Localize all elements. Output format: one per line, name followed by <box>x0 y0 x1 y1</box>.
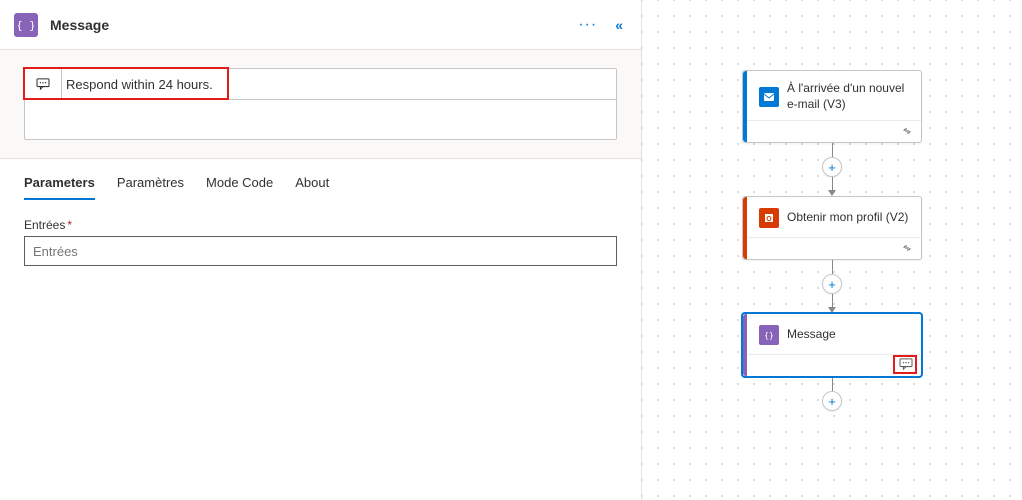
panel-title: Message <box>50 17 578 33</box>
code-icon: {} <box>759 325 779 345</box>
card-footer <box>743 120 921 142</box>
tab-about[interactable]: About <box>295 175 329 200</box>
collapse-button[interactable]: « <box>611 13 627 37</box>
outlook-icon <box>759 87 779 107</box>
connector: + <box>822 143 842 196</box>
connector: + <box>822 377 842 411</box>
add-step-button[interactable]: + <box>822 274 842 294</box>
entrees-input[interactable] <box>24 236 617 266</box>
flow-card-trigger[interactable]: À l'arrivée d'un nouvel e-mail (V3) <box>742 70 922 143</box>
chat-icon <box>899 358 913 373</box>
chat-icon <box>25 78 61 90</box>
add-step-button[interactable]: + <box>822 157 842 177</box>
note-area: Respond within 24 hours. <box>0 50 641 159</box>
flow-column: À l'arrivée d'un nouvel e-mail (V3) + O … <box>732 70 932 411</box>
card-title: Obtenir mon profil (V2) <box>787 210 908 226</box>
link-icon <box>901 125 913 139</box>
link-icon <box>901 242 913 256</box>
flow-canvas[interactable]: À l'arrivée d'un nouvel e-mail (V3) + O … <box>642 0 1022 500</box>
card-title: Message <box>787 327 836 343</box>
tab-mode-code[interactable]: Mode Code <box>206 175 273 200</box>
note-body[interactable] <box>25 99 616 139</box>
office-icon: O <box>759 208 779 228</box>
flow-card-profile[interactable]: O Obtenir mon profil (V2) <box>742 196 922 260</box>
svg-text:{}: {} <box>764 331 774 340</box>
code-icon: { } <box>14 13 38 37</box>
card-footer <box>743 354 921 376</box>
more-button[interactable]: ··· <box>578 16 597 34</box>
card-footer <box>743 237 921 259</box>
note-box[interactable]: Respond within 24 hours. <box>24 68 617 140</box>
note-text: Respond within 24 hours. <box>62 71 221 98</box>
form-area: Entrées* <box>0 200 641 284</box>
details-panel: { } Message ··· « Respond within 24 hour… <box>0 0 642 500</box>
tab-parametres[interactable]: Paramètres <box>117 175 184 200</box>
tab-parameters[interactable]: Parameters <box>24 175 95 200</box>
svg-text:O: O <box>766 216 772 223</box>
connector: + <box>822 260 842 313</box>
flow-card-message[interactable]: {} Message <box>742 313 922 377</box>
svg-text:{ }: { } <box>18 19 34 32</box>
tabs: Parameters Paramètres Mode Code About <box>0 159 641 200</box>
add-step-button[interactable]: + <box>822 391 842 411</box>
card-title: À l'arrivée d'un nouvel e-mail (V3) <box>787 81 909 112</box>
field-label: Entrées* <box>24 218 617 232</box>
panel-header: { } Message ··· « <box>0 0 641 50</box>
